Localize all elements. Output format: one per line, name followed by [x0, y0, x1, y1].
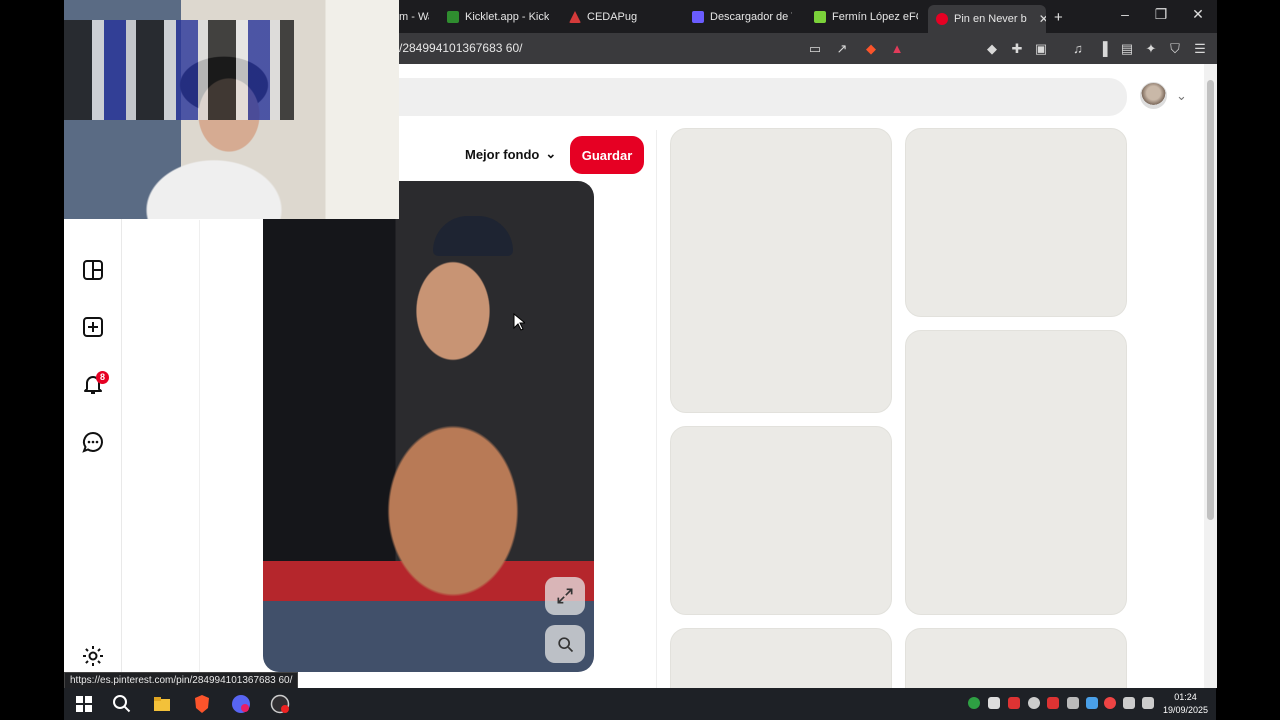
sidebar-icon[interactable]: ▐ — [1095, 41, 1111, 57]
related-pin-placeholder — [670, 128, 892, 413]
background-jerseys — [64, 20, 294, 120]
cast-icon[interactable]: ▭ — [807, 41, 823, 57]
screen: m - Wa Kicklet.app - Kick C CEDAPug Desc… — [0, 0, 1280, 720]
close-tab-icon[interactable]: ✕ — [1039, 12, 1046, 26]
status-url-tooltip: https://es.pinterest.com/pin/28499410136… — [64, 672, 299, 689]
chevron-down-icon[interactable]: ⌄ — [1176, 88, 1187, 104]
new-tab-button[interactable]: + — [1054, 5, 1070, 29]
obs-icon[interactable] — [270, 694, 290, 714]
brave-shields-icon[interactable]: ◆ — [863, 41, 879, 57]
expand-icon — [557, 588, 573, 604]
wallet-icon[interactable]: ◆ — [984, 41, 1000, 57]
tab-label: Descargador de Tik — [710, 11, 792, 23]
download-favicon-icon — [692, 11, 704, 23]
tab-label: Fermín López eFOC — [832, 11, 918, 23]
page-scrollbar[interactable] — [1204, 64, 1217, 688]
extensions-icon[interactable]: ✚ — [1009, 41, 1025, 57]
related-pin-placeholder — [670, 426, 892, 615]
divider — [199, 220, 200, 688]
save-button[interactable]: Guardar — [570, 136, 644, 174]
related-pin-placeholder — [905, 330, 1127, 615]
tab-whatsapp[interactable]: m - Wa — [399, 5, 429, 29]
background-select-label: Mejor fondo — [465, 146, 540, 162]
visual-search-icon — [558, 637, 574, 653]
kicklet-favicon-icon — [447, 11, 459, 23]
related-pin-placeholder — [905, 628, 1127, 688]
tray-discord-icon[interactable] — [988, 697, 1000, 709]
tab-fermin[interactable]: Fermín López eFOC — [814, 5, 918, 29]
scrollbar-thumb[interactable] — [1207, 80, 1214, 520]
mouse-cursor-icon — [513, 313, 525, 331]
related-pin-placeholder — [670, 628, 892, 688]
brave-rewards-icon[interactable]: ▲ — [889, 41, 905, 57]
background-select[interactable]: Mejor fondo ⌄ — [465, 146, 556, 162]
expand-button[interactable] — [545, 577, 585, 615]
system-clock[interactable]: 01:24 19/09/2025 — [1163, 691, 1208, 717]
related-pin-placeholder — [905, 128, 1127, 317]
avatar[interactable] — [1140, 82, 1167, 109]
clock-time: 01:24 — [1174, 692, 1197, 702]
restore-icon[interactable]: ❐ — [1150, 6, 1172, 23]
tray-mic-icon[interactable] — [1008, 697, 1020, 709]
file-explorer-icon[interactable] — [152, 694, 172, 714]
leo-ai-icon[interactable]: ✦ — [1143, 41, 1159, 57]
tab-cedapug[interactable]: CEDAPug — [569, 5, 679, 29]
tray-obs-icon[interactable] — [1028, 697, 1040, 709]
screenshot-icon[interactable]: ▣ — [1033, 41, 1049, 57]
tab-label: Kicklet.app - Kick C — [465, 11, 549, 23]
cedapug-favicon-icon — [569, 11, 581, 23]
brave-browser-icon[interactable] — [192, 694, 212, 714]
vpn-icon[interactable]: ⛉ — [1167, 41, 1183, 57]
tray-app-icon[interactable] — [968, 697, 980, 709]
tab-kicklet[interactable]: Kicklet.app - Kick C — [447, 5, 549, 29]
chevron-down-icon: ⌄ — [545, 146, 557, 161]
tray-app-icon[interactable] — [1047, 697, 1059, 709]
share-icon[interactable]: ↗ — [834, 41, 850, 57]
minimize-icon[interactable]: – — [1114, 6, 1136, 22]
settings-icon[interactable] — [81, 644, 105, 668]
tab-label: CEDAPug — [587, 11, 638, 23]
tray-record-icon[interactable] — [1104, 697, 1116, 709]
tab-descargador[interactable]: Descargador de Tik — [692, 5, 792, 29]
tray-volume-icon[interactable] — [1142, 697, 1154, 709]
tab-pinterest[interactable]: Pin en Never b ✕ — [928, 5, 1046, 33]
notification-badge: 8 — [96, 371, 109, 384]
boards-icon[interactable] — [81, 258, 105, 282]
tray-keyboard-icon[interactable] — [1067, 697, 1079, 709]
tab-label: m - Wa — [399, 11, 429, 23]
tray-network-icon[interactable] — [1123, 697, 1135, 709]
tab-label: Pin en Never b — [954, 13, 1027, 25]
plus-icon: + — [1054, 8, 1063, 26]
cap-shape — [433, 216, 513, 256]
media-icon[interactable]: ♫ — [1070, 41, 1086, 57]
tray-steam-icon[interactable] — [1086, 697, 1098, 709]
windows-start-icon[interactable] — [74, 694, 94, 714]
url-text[interactable]: /284994101367683 60/ — [399, 41, 522, 55]
divider — [656, 130, 657, 688]
discord-icon[interactable] — [231, 694, 251, 714]
sports-favicon-icon — [814, 11, 826, 23]
crypto-wallet-icon[interactable]: ▤ — [1119, 41, 1135, 57]
pinterest-favicon-icon — [936, 13, 948, 25]
visual-search-button[interactable] — [545, 625, 585, 663]
search-icon[interactable] — [112, 694, 132, 714]
close-window-icon[interactable]: ✕ — [1187, 6, 1209, 23]
clock-date: 19/09/2025 — [1162, 705, 1208, 715]
taskbar: 01:24 19/09/2025 — [64, 688, 1216, 720]
messages-icon[interactable] — [81, 430, 105, 454]
webcam-overlay — [64, 0, 399, 219]
create-icon[interactable] — [81, 315, 105, 339]
menu-icon[interactable]: ☰ — [1192, 41, 1208, 57]
